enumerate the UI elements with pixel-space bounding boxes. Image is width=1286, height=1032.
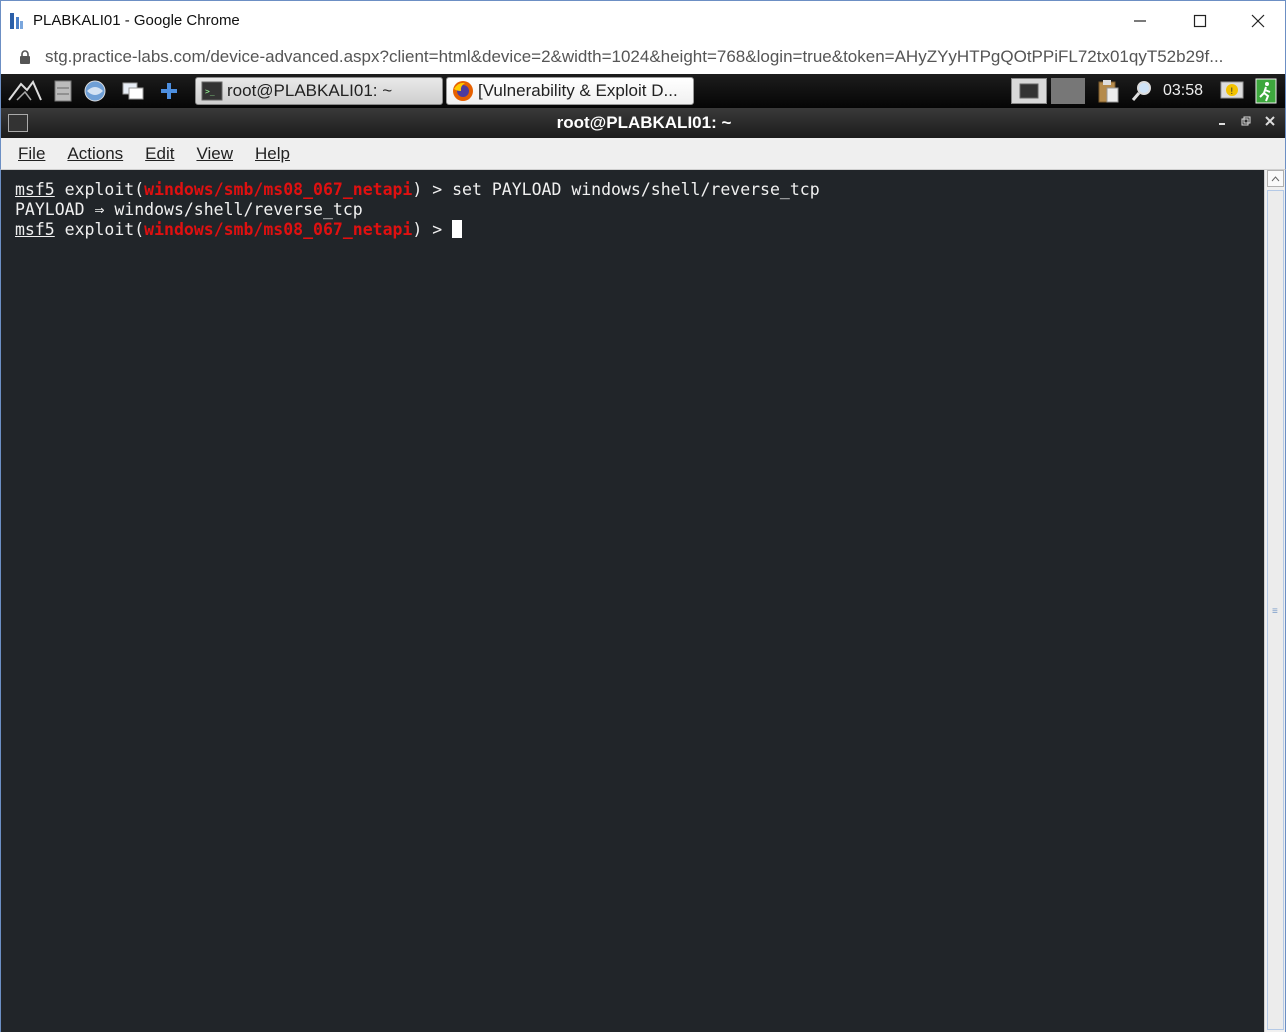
restore-icon — [1241, 116, 1251, 126]
terminal-icon: >_ — [201, 81, 223, 101]
menu-help[interactable]: Help — [244, 144, 301, 164]
menu-view[interactable]: View — [185, 144, 244, 164]
terminal-thumbnail-icon — [1019, 83, 1039, 99]
minimize-icon — [1219, 123, 1225, 125]
taskbar-firefox-button[interactable]: [Vulnerability & Exploit D... — [446, 77, 694, 105]
logout-button[interactable] — [1251, 78, 1281, 104]
terminal-window-title: root@PLABKALI01: ~ — [556, 113, 732, 132]
magnifier-icon — [1131, 81, 1151, 101]
notification-tray[interactable]: ! — [1217, 78, 1247, 104]
url-text[interactable]: stg.practice-labs.com/device-advanced.as… — [45, 47, 1275, 67]
search-tray[interactable] — [1127, 78, 1157, 104]
taskbar-terminal-button[interactable]: >_ root@PLABKALI01: ~ — [195, 77, 443, 105]
maximize-button[interactable] — [1171, 1, 1229, 41]
clipboard-icon — [1098, 80, 1119, 103]
browser-window-title: PLABKALI01 - Google Chrome — [33, 12, 240, 29]
minimize-button[interactable] — [1111, 1, 1169, 41]
module-name: windows/smb/ms08_067_netapi — [144, 180, 413, 199]
practice-labs-icon — [10, 13, 23, 29]
browser-launcher[interactable] — [81, 78, 109, 104]
maximize-icon — [1193, 14, 1207, 28]
menu-file[interactable]: File — [7, 144, 56, 164]
windows-icon — [122, 82, 144, 100]
terminal-maximize-button[interactable] — [1237, 114, 1255, 132]
close-icon — [1265, 116, 1275, 126]
cabinet-icon — [54, 80, 72, 102]
kali-menu-button[interactable] — [5, 78, 45, 104]
panel-clock[interactable]: 03:58 — [1163, 82, 1203, 100]
browser-title-bar: PLABKALI01 - Google Chrome — [0, 0, 1286, 40]
terminal-scrollbar[interactable]: ≡ — [1264, 170, 1286, 1032]
text-cursor — [452, 220, 463, 238]
close-icon — [1251, 14, 1265, 28]
alert-screen-icon: ! — [1220, 81, 1244, 99]
module-name: windows/smb/ms08_067_netapi — [144, 220, 413, 239]
workspace-2[interactable] — [1051, 78, 1085, 104]
grip-icon: ≡ — [1272, 606, 1278, 617]
close-button[interactable] — [1229, 1, 1286, 41]
terminal-line: PAYLOAD ⇒ windows/shell/reverse_tcp — [15, 200, 363, 219]
show-desktop-launcher[interactable] — [119, 78, 147, 104]
taskbar-terminal-label: root@PLABKALI01: ~ — [227, 81, 393, 100]
terminal-output[interactable]: msf5 exploit(windows/smb/ms08_067_netapi… — [0, 170, 1264, 1032]
lock-icon — [20, 50, 30, 64]
workspace-1[interactable] — [1011, 78, 1047, 104]
taskbar-firefox-label: [Vulnerability & Exploit D... — [478, 81, 678, 100]
msf-prompt: msf5 — [15, 220, 55, 239]
msf-prompt: msf5 — [15, 180, 55, 199]
clipboard-tray[interactable] — [1093, 78, 1123, 104]
terminal-minimize-button[interactable] — [1213, 114, 1231, 132]
chevron-up-icon — [1271, 175, 1280, 181]
scroll-up-button[interactable] — [1267, 170, 1284, 187]
minimize-icon — [1134, 20, 1146, 22]
desktop-panel: >_ root@PLABKALI01: ~ [Vulnerability & E… — [0, 74, 1286, 108]
add-workspace-launcher[interactable] — [155, 78, 183, 104]
terminal-title-bar[interactable]: root@PLABKALI01: ~ — [0, 108, 1286, 138]
firefox-icon — [453, 81, 473, 101]
svg-text:>_: >_ — [205, 87, 215, 96]
terminal-line: msf5 exploit(windows/smb/ms08_067_netapi… — [15, 180, 820, 199]
plus-icon — [161, 83, 177, 99]
menu-edit[interactable]: Edit — [134, 144, 185, 164]
svg-text:!: ! — [1230, 87, 1234, 97]
file-manager-launcher[interactable] — [49, 78, 77, 104]
kali-dragon-icon — [8, 80, 42, 101]
address-bar[interactable]: stg.practice-labs.com/device-advanced.as… — [0, 40, 1286, 74]
exit-icon — [1255, 78, 1277, 104]
globe-icon — [84, 80, 106, 102]
terminal-close-button[interactable] — [1261, 114, 1279, 132]
menu-actions[interactable]: Actions — [56, 144, 134, 164]
terminal-menu-bar: File Actions Edit View Help — [0, 138, 1286, 170]
scrollbar-thumb[interactable]: ≡ — [1267, 190, 1284, 1030]
terminal-line: msf5 exploit(windows/smb/ms08_067_netapi… — [15, 220, 1264, 240]
